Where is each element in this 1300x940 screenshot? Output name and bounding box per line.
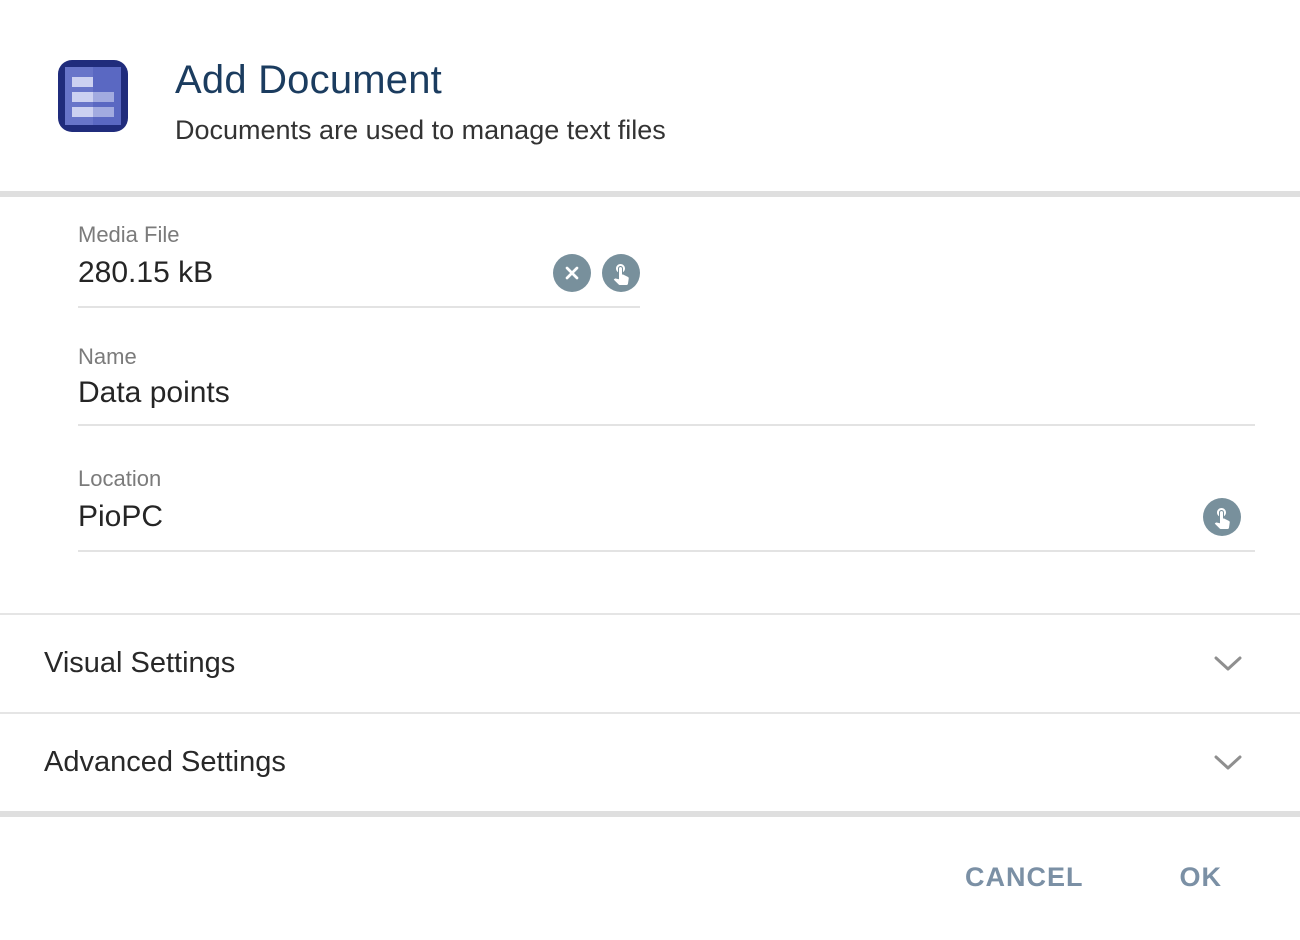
location-field: Location — [78, 466, 1255, 552]
location-value-input[interactable] — [78, 500, 1192, 534]
media-file-field: Media File — [78, 197, 1255, 308]
media-file-label: Media File — [78, 222, 1255, 248]
chevron-down-icon — [1214, 755, 1242, 771]
location-label: Location — [78, 466, 1255, 492]
visual-settings-label: Visual Settings — [44, 647, 235, 680]
page-title: Add Document — [175, 56, 666, 104]
section-advanced-settings[interactable]: Advanced Settings — [0, 714, 1300, 811]
media-file-input-box — [78, 248, 640, 308]
document-icon — [58, 60, 128, 132]
dialog-header: Add Document Documents are used to manag… — [0, 0, 1300, 191]
advanced-settings-label: Advanced Settings — [44, 746, 286, 779]
name-field: Name — [78, 344, 1255, 426]
add-document-dialog: Add Document Documents are used to manag… — [0, 0, 1300, 940]
media-file-value-input[interactable] — [78, 256, 542, 290]
cancel-button[interactable]: CANCEL — [965, 862, 1084, 893]
page-subtitle: Documents are used to manage text files — [175, 114, 666, 146]
touch-icon — [1210, 505, 1234, 529]
location-pick-button[interactable] — [1203, 498, 1241, 536]
dialog-footer: CANCEL OK — [0, 817, 1300, 937]
media-file-pick-button[interactable] — [602, 254, 640, 292]
location-input-box — [78, 492, 1255, 552]
form-area: Media File Name — [0, 197, 1300, 552]
name-label: Name — [78, 344, 1255, 370]
touch-icon — [609, 261, 633, 285]
name-input-box — [78, 370, 1255, 426]
section-visual-settings[interactable]: Visual Settings — [0, 615, 1300, 712]
ok-button[interactable]: OK — [1180, 862, 1223, 893]
close-icon — [562, 263, 582, 283]
chevron-down-icon — [1214, 656, 1242, 672]
name-value-input[interactable] — [78, 376, 1255, 410]
media-file-clear-button[interactable] — [553, 254, 591, 292]
